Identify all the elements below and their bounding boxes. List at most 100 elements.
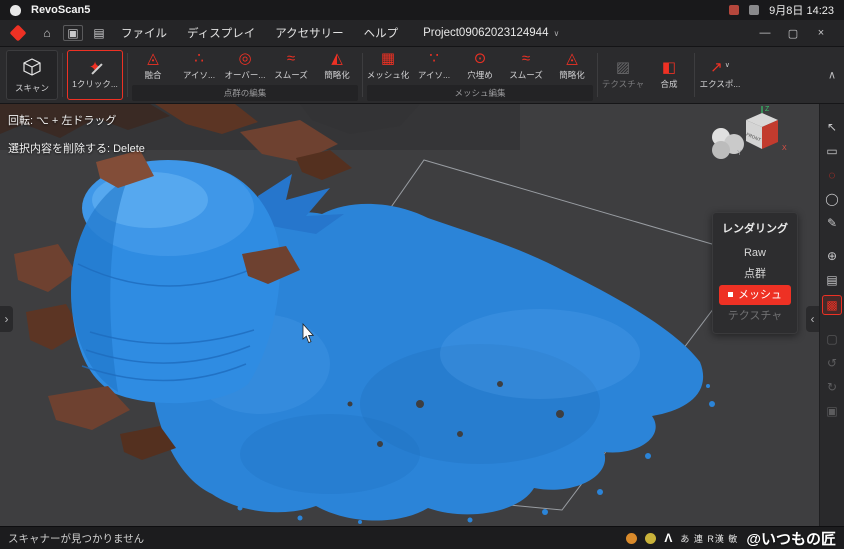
menubar-status-icon[interactable] <box>729 5 739 15</box>
one-click-label: 1クリック... <box>72 78 118 90</box>
capture-icon: ▣ <box>823 402 841 420</box>
toolbar-divider <box>362 53 363 97</box>
isolate-points-icon: ∴ <box>194 51 204 66</box>
fusion-icon: ◬ <box>147 51 159 66</box>
maximize-button[interactable]: ▢ <box>780 27 806 40</box>
toolbar-divider <box>127 53 128 97</box>
overlap-button[interactable]: ◎ オーバー... <box>222 47 268 85</box>
simplify-points-button[interactable]: ◭ 簡略化 <box>314 47 360 85</box>
isolate-mesh-label: アイソ... <box>418 69 450 81</box>
overlap-label: オーバー... <box>224 69 265 81</box>
smooth-points-label: スムーズ <box>274 69 308 81</box>
smooth-mesh-button[interactable]: ≈ スムーズ <box>503 47 549 85</box>
export-icon: ↗ <box>710 60 723 75</box>
minimize-button[interactable]: — <box>752 27 778 39</box>
device-icon[interactable]: ▣ <box>63 25 83 41</box>
viewport[interactable]: FRONT Z X Y 回転: ⌥ + 左ドラッグ 選択内容を削除する: Del… <box>0 104 844 526</box>
menubar-app-name[interactable]: RevoScan5 <box>31 4 90 16</box>
isolate-mesh-icon: ∵ <box>429 51 439 66</box>
toolbar-collapse-button[interactable]: ∧ <box>828 69 836 82</box>
menubar-control-center-icon[interactable] <box>749 5 759 15</box>
home-icon[interactable]: ⌂ <box>36 26 58 40</box>
menu-accessory[interactable]: アクセサリー <box>266 25 352 41</box>
right-panel-collapse-button[interactable]: ‹ <box>806 306 819 332</box>
isolate-points-button[interactable]: ∴ アイソ... <box>176 47 222 85</box>
menubar-datetime[interactable]: 9月8日 14:23 <box>769 2 834 18</box>
rotate-view-icon[interactable]: ⊕ <box>823 247 841 265</box>
simplify-mesh-label: 簡略化 <box>559 69 585 81</box>
statusbar: スキャナーが見つかりません Λ あ 連 R漢 敏 @いつもの匠 <box>0 526 844 549</box>
lasso-select-icon[interactable]: ◌ <box>823 166 841 184</box>
revoscan-window: RevoScan5 9月8日 14:23 ⌂ ▣ ▤ ファイル ディスプレイ ア… <box>0 0 844 549</box>
rendering-panel: レンダリング Raw 点群 メッシュ テクスチャ <box>712 212 798 334</box>
fill-select-icon[interactable]: ▩ <box>822 295 842 315</box>
render-option-mesh[interactable]: メッシュ <box>719 285 791 305</box>
clip-plane-icon[interactable]: ▤ <box>823 271 841 289</box>
menu-help[interactable]: ヘルプ <box>355 25 408 41</box>
fill-holes-button[interactable]: ⊙ 穴埋め <box>457 47 503 85</box>
ime-candidates[interactable]: あ 連 R漢 敏 <box>680 532 738 545</box>
macos-menubar: RevoScan5 9月8日 14:23 <box>0 0 844 20</box>
texture-label: テクスチャ <box>602 78 644 90</box>
simplify-mesh-icon: ◬ <box>566 51 578 66</box>
simplify-points-label: 簡略化 <box>324 69 350 81</box>
render-option-pointcloud[interactable]: 点群 <box>719 264 791 284</box>
project-dropdown[interactable]: Project09062023124944 ∨ <box>423 27 559 39</box>
ime-app-icon-2[interactable] <box>645 533 656 544</box>
scanner-status-message: スキャナーが見つかりません <box>8 531 144 546</box>
mesh-label: メッシュ化 <box>367 69 410 81</box>
overlap-icon: ◎ <box>238 51 251 66</box>
scan-button[interactable]: スキャン <box>6 50 58 100</box>
logo-mark: Λ <box>664 531 672 545</box>
project-name: Project09062023124944 <box>423 27 548 39</box>
fill-holes-icon: ⊙ <box>474 51 487 66</box>
scan-button-label: スキャン <box>15 82 49 94</box>
hint-rotate: 回転: ⌥ + 左ドラッグ <box>8 112 145 128</box>
simplify-mesh-button[interactable]: ◬ 簡略化 <box>549 47 595 85</box>
fill-holes-label: 穴埋め <box>467 69 493 81</box>
toolbar-divider <box>62 53 63 97</box>
menu-display[interactable]: ディスプレイ <box>178 25 264 41</box>
viewport-hints: 回転: ⌥ + 左ドラッグ 選択内容を削除する: Delete <box>8 112 145 168</box>
draw-select-icon[interactable]: ✎ <box>823 214 841 232</box>
close-button[interactable]: × <box>808 27 834 39</box>
pointcloud-edit-group: ◬ 融合 ∴ アイソ... ◎ オーバー... ≈ スムーズ ◭ 簡略化 <box>130 47 360 103</box>
cursor-icon[interactable]: ↖ <box>823 118 841 136</box>
main-toolbar: スキャン ✦ 1クリック... ◬ 融合 ∴ アイソ... ◎ オーバー... <box>0 47 844 104</box>
smooth-points-button[interactable]: ≈ スムーズ <box>268 47 314 85</box>
redo-icon: ↻ <box>823 378 841 396</box>
ime-app-icon[interactable] <box>626 533 637 544</box>
isolate-points-label: アイソ... <box>183 69 215 81</box>
one-click-button[interactable]: ✦ 1クリック... <box>67 50 123 100</box>
toolbar-divider <box>694 53 695 97</box>
fusion-button[interactable]: ◬ 融合 <box>130 47 176 85</box>
apple-menu-icon[interactable] <box>10 5 21 16</box>
undo-icon: ↺ <box>823 354 841 372</box>
mesh-edit-group: ▦ メッシュ化 ∵ アイソ... ⊙ 穴埋め ≈ スムーズ ◬ 簡略化 <box>365 47 595 103</box>
ellipse-select-icon[interactable]: ◯ <box>823 190 841 208</box>
gizmo-x-label: X <box>782 145 787 152</box>
gizmo-z-label: Z <box>765 106 770 113</box>
rect-select-icon[interactable]: ▭ <box>823 142 841 160</box>
export-caret-icon: ∨ <box>725 61 730 69</box>
toolbar-divider <box>597 53 598 97</box>
selection-tool-strip: ↖ ▭ ◌ ◯ ✎ ⊕ ▤ ▩ ▢ ↺ ↻ ▣ <box>819 104 844 526</box>
export-button[interactable]: ↗ ∨ エクスポ... <box>697 47 743 103</box>
gizmo-y-label: Y <box>737 150 742 157</box>
mesh-icon: ▦ <box>381 51 395 66</box>
render-option-raw[interactable]: Raw <box>719 243 791 263</box>
watermark-text: @いつもの匠 <box>746 528 836 549</box>
menu-file[interactable]: ファイル <box>112 25 176 41</box>
simplify-points-icon: ◭ <box>331 51 343 66</box>
isolate-mesh-button[interactable]: ∵ アイソ... <box>411 47 457 85</box>
mesh-group-label: メッシュ編集 <box>367 85 593 101</box>
revopoint-logo-icon <box>10 25 27 42</box>
smooth-mesh-label: スムーズ <box>509 69 543 81</box>
file-manager-icon[interactable]: ▤ <box>88 26 110 40</box>
chevron-down-icon: ∨ <box>553 29 559 38</box>
rendering-panel-title: レンダリング <box>713 216 797 242</box>
mesh-button[interactable]: ▦ メッシュ化 <box>365 47 411 85</box>
left-panel-expand-button[interactable]: › <box>0 306 13 332</box>
composite-button[interactable]: ◧ 合成 <box>646 47 692 103</box>
texture-button: ▨ テクスチャ <box>600 47 646 103</box>
